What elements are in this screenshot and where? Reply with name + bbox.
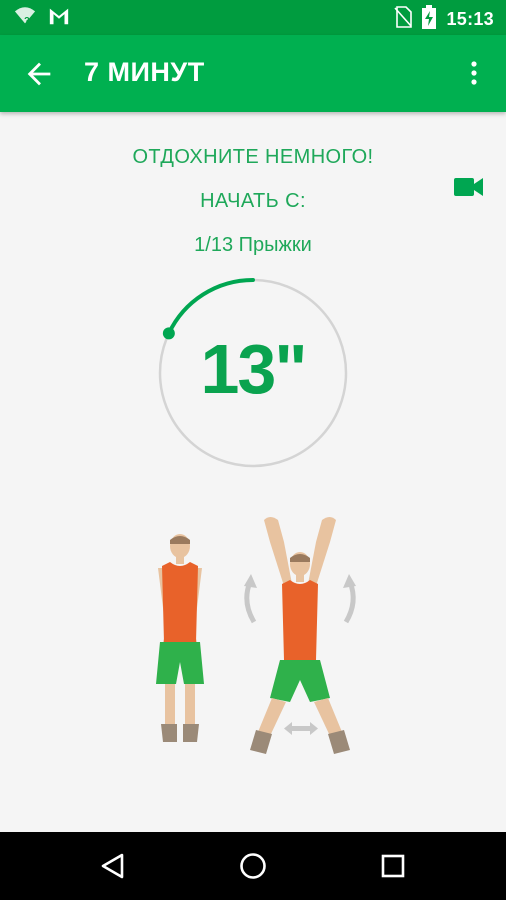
- no-sim-icon: [394, 6, 413, 33]
- standing-figure: [156, 534, 204, 742]
- timer-progress-arc: [166, 278, 255, 336]
- back-triangle-icon[interactable]: [97, 850, 129, 882]
- system-nav-bar: [0, 832, 506, 900]
- countdown-timer: 13": [158, 278, 348, 468]
- more-vert-icon[interactable]: [462, 59, 486, 89]
- clock: 15:13: [446, 9, 494, 29]
- recents-square-icon[interactable]: [377, 850, 409, 882]
- status-bar: ? 15:13: [0, 0, 506, 35]
- start-label: НАЧАТЬ С:: [200, 190, 306, 212]
- page-title: 7 МИНУТ: [84, 57, 205, 87]
- videocam-icon[interactable]: [454, 176, 484, 198]
- exercise-illustration: [130, 502, 370, 762]
- arrow-back-icon[interactable]: [22, 57, 56, 91]
- wifi-unknown-icon: ?: [14, 5, 36, 32]
- battery-charging-icon: [422, 5, 437, 34]
- svg-text:?: ?: [24, 15, 30, 25]
- rest-heading: ОТДОХНИТЕ НЕМНОГО!: [132, 146, 374, 168]
- home-circle-icon[interactable]: [237, 850, 269, 882]
- app-bar: 7 МИНУТ: [0, 35, 506, 112]
- next-exercise-label: 1/13 Прыжки: [194, 234, 312, 256]
- gmail-icon: [48, 5, 70, 32]
- timer-value: 13": [200, 330, 307, 408]
- rest-screen: ОТДОХНИТЕ НЕМНОГО! НАЧАТЬ С: 1/13 Прыжки…: [0, 112, 506, 832]
- jumping-figure: [244, 517, 356, 754]
